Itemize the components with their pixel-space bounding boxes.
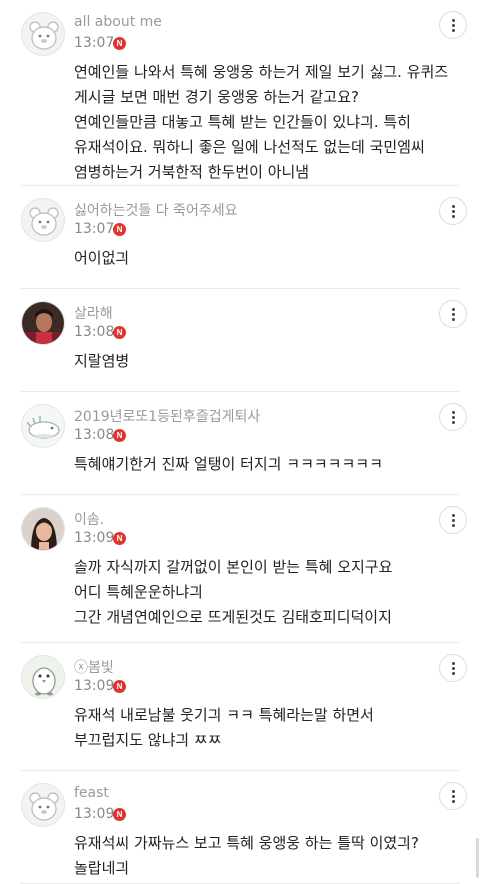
comment-body: 특혜얘기한거 진짜 얼탱이 터지긔 ㅋㅋㅋㅋㅋㅋㅋ — [74, 452, 464, 477]
timestamp: 13:09 — [74, 530, 115, 546]
comment-body: 유재석 내로남불 웃기긔 ㅋㅋ 특혜라는말 하면서부끄럽지도 않냐긔 ㅉㅉ — [74, 703, 464, 753]
comment-text-line: 유재석씨 가짜뉴스 보고 특혜 웅앵웅 하는 틀딱 이였긔? — [74, 834, 419, 852]
new-badge: N — [113, 808, 126, 821]
more-dots-icon — [451, 523, 455, 527]
more-options-button[interactable] — [439, 403, 467, 431]
comment-text-line: 연예인들만큼 대놓고 특혜 받는 인간들이 있냐긔. 특히 — [74, 113, 411, 131]
more-dots-icon — [451, 415, 455, 419]
timestamp: 13:07 — [74, 221, 115, 237]
nickname[interactable]: 이솜. — [74, 509, 104, 529]
more-options-button[interactable] — [439, 782, 467, 810]
timestamp: 13:09 — [74, 806, 115, 822]
more-dots-icon — [451, 513, 455, 517]
more-dots-icon — [451, 671, 455, 675]
avatar[interactable] — [21, 404, 65, 448]
more-dots-icon — [451, 666, 455, 670]
comment-body: 어이없긔 — [74, 246, 464, 271]
comment-body: 지랄염병 — [74, 349, 464, 374]
avatar[interactable] — [21, 301, 65, 345]
comment-item: 살라해 13:08 N 지랄염병 — [0, 289, 480, 392]
more-dots-icon — [451, 18, 455, 22]
comment-item: 이솜. 13:09 N 솔까 자식까지 갈꺼없이 본인이 받는 특혜 오지구요어… — [0, 495, 480, 643]
comment-text-line: 염병하는거 거북한적 한두번이 아니냄 — [74, 163, 310, 181]
timestamp: 13:08 — [74, 324, 115, 340]
comment-item: feast 13:09 N 유재석씨 가짜뉴스 보고 특혜 웅앵웅 하는 틀딱 … — [0, 771, 480, 884]
avatar[interactable] — [21, 12, 65, 56]
comment-text-line: 유재석 내로남불 웃기긔 ㅋㅋ 특혜라는말 하면서 — [74, 706, 374, 724]
avatar[interactable] — [21, 655, 65, 699]
bear-icon — [22, 199, 64, 241]
comment-item: all about me 13:07 N 연예인들 나와서 특혜 웅앵웅 하는거… — [0, 0, 480, 186]
person-photo — [22, 302, 64, 344]
bear-icon — [22, 784, 64, 826]
timestamp: 13:09 — [74, 678, 115, 694]
more-dots-icon — [451, 789, 455, 793]
more-dots-icon — [451, 307, 455, 311]
timestamp: 13:08 — [74, 427, 115, 443]
comment-body: 솔까 자식까지 갈꺼없이 본인이 받는 특혜 오지구요어디 특혜운운하냐긔그간 … — [74, 555, 464, 630]
more-options-button[interactable] — [439, 506, 467, 534]
more-options-button[interactable] — [439, 197, 467, 225]
comment-text-line: 특혜얘기한거 진짜 얼탱이 터지긔 ㅋㅋㅋㅋㅋㅋㅋ — [74, 455, 383, 473]
comment-item: ⓧ봄빛 13:09 N 유재석 내로남불 웃기긔 ㅋㅋ 특혜라는말 하면서부끄럽… — [0, 643, 480, 771]
more-dots-icon — [451, 28, 455, 32]
more-dots-icon — [451, 317, 455, 321]
more-dots-icon — [451, 209, 455, 213]
more-dots-icon — [451, 23, 455, 27]
nickname[interactable]: feast — [74, 785, 109, 801]
comment-item: 2019년로또1등된후즐겁게퇴사 13:08 N 특혜얘기한거 진짜 얼탱이 터… — [0, 392, 480, 495]
more-dots-icon — [451, 420, 455, 424]
more-dots-icon — [451, 204, 455, 208]
more-dots-icon — [451, 794, 455, 798]
new-badge: N — [113, 223, 126, 236]
scrollbar[interactable] — [476, 838, 479, 878]
avatar[interactable] — [21, 783, 65, 827]
nickname[interactable]: 2019년로또1등된후즐겁게퇴사 — [74, 406, 260, 426]
timestamp: 13:07 — [74, 35, 115, 51]
nickname[interactable]: 살라해 — [74, 303, 113, 323]
nickname[interactable]: 싫어하는것들 다 죽어주세요 — [74, 200, 237, 220]
comment-text-line: 솔까 자식까지 갈꺼없이 본인이 받는 특혜 오지구요 — [74, 558, 393, 576]
more-options-button[interactable] — [439, 11, 467, 39]
comment-item: 싫어하는것들 다 죽어주세요 13:07 N 어이없긔 — [0, 186, 480, 289]
nickname[interactable]: all about me — [74, 14, 162, 30]
comment-text-line: 어이없긔 — [74, 249, 130, 267]
new-badge: N — [113, 532, 126, 545]
woman-photo — [22, 508, 64, 550]
comment-text-line: 그간 개념연예인으로 뜨게된것도 김태호피디덕이지 — [74, 608, 392, 626]
more-dots-icon — [451, 661, 455, 665]
comment-list: all about me 13:07 N 연예인들 나와서 특혜 웅앵웅 하는거… — [0, 0, 480, 884]
more-dots-icon — [451, 312, 455, 316]
comment-body: 유재석씨 가짜뉴스 보고 특혜 웅앵웅 하는 틀딱 이였긔? 놀랍네긔 — [74, 831, 464, 881]
new-badge: N — [113, 326, 126, 339]
new-badge: N — [113, 680, 126, 693]
comment-text-line: 연예인들 나와서 특혜 웅앵웅 하는거 제일 보기 싫그. 유퀴즈 — [74, 63, 449, 81]
nickname[interactable]: ⓧ봄빛 — [74, 657, 114, 677]
avatar[interactable] — [21, 507, 65, 551]
new-badge: N — [113, 37, 126, 50]
creature-icon — [22, 405, 64, 447]
more-options-button[interactable] — [439, 654, 467, 682]
more-options-button[interactable] — [439, 300, 467, 328]
more-dots-icon — [451, 799, 455, 803]
comment-text-line: 어디 특혜운운하냐긔 — [74, 583, 203, 601]
penguin-icon — [22, 656, 64, 698]
comment-text-line: 지랄염병 — [74, 352, 130, 370]
bear-icon — [22, 13, 64, 55]
comment-text-line: 게시글 보면 매번 경기 웅앵웅 하는거 같고요? — [74, 88, 359, 106]
more-dots-icon — [451, 214, 455, 218]
comment-text-line: 놀랍네긔 — [74, 859, 130, 877]
comment-text-line: 유재석이요. 뭐하니 좋은 일에 나선적도 없는데 국민엠씨 — [74, 138, 425, 156]
comment-body: 연예인들 나와서 특혜 웅앵웅 하는거 제일 보기 싫그. 유퀴즈게시글 보면 … — [74, 60, 464, 185]
comment-text-line: 부끄럽지도 않냐긔 ㅉㅉ — [74, 731, 222, 749]
avatar[interactable] — [21, 198, 65, 242]
more-dots-icon — [451, 518, 455, 522]
more-dots-icon — [451, 410, 455, 414]
new-badge: N — [113, 429, 126, 442]
